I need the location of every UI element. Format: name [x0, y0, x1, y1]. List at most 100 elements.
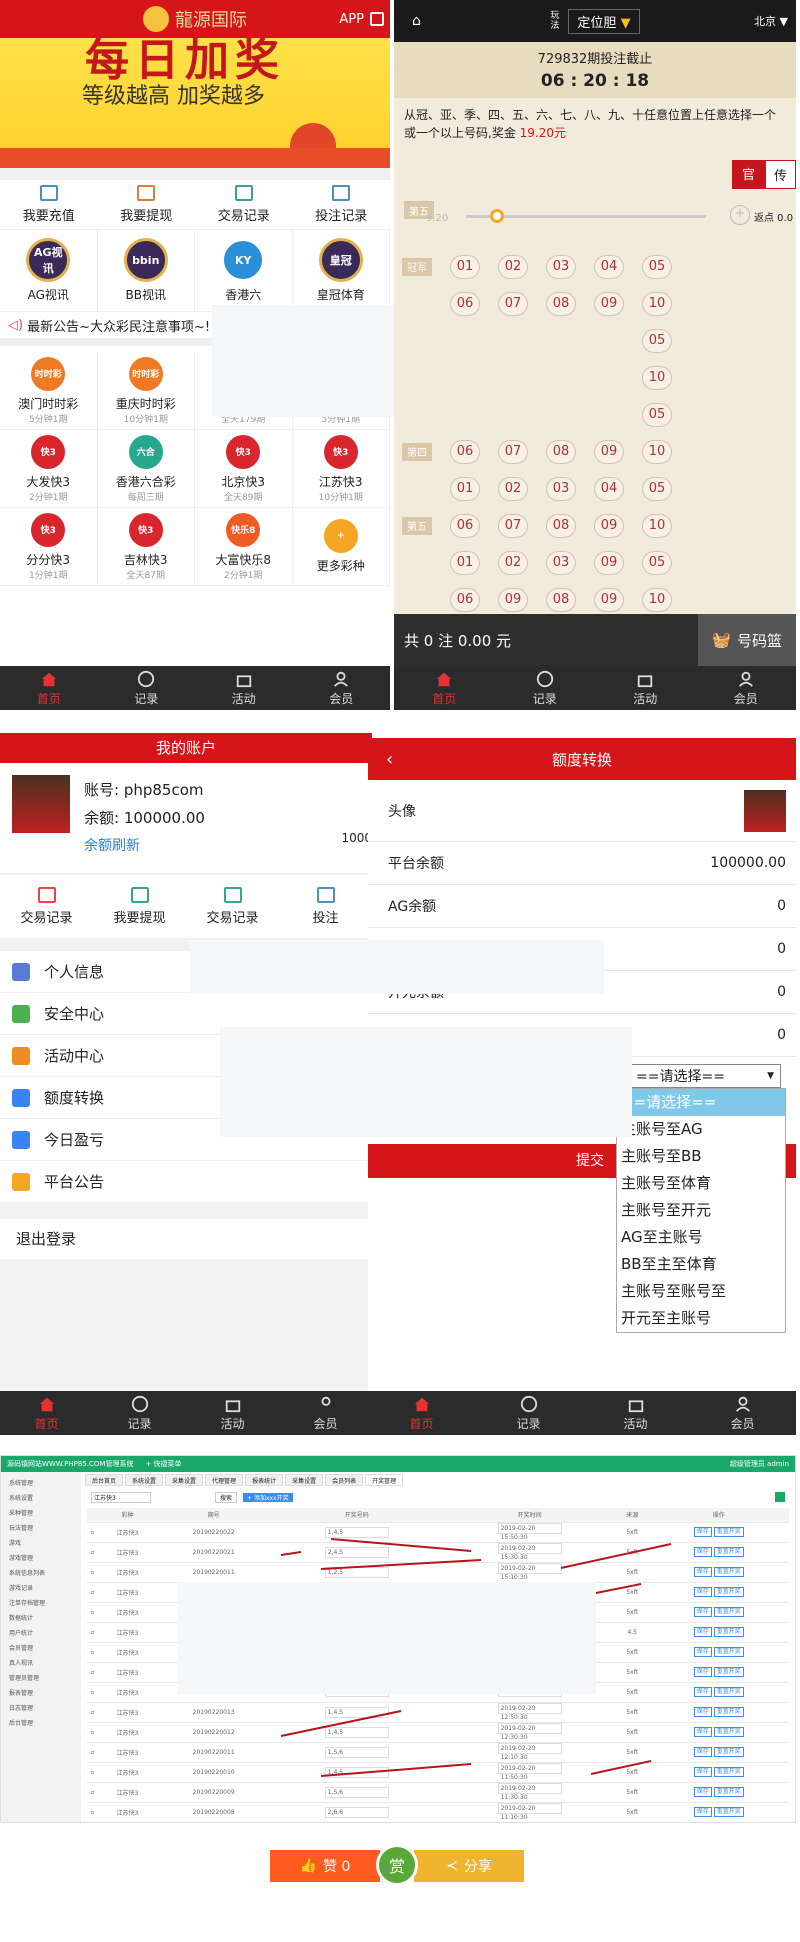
transfer-option[interactable]: 开元至主账号 — [617, 1305, 785, 1332]
live-item[interactable]: KY 香港六 — [195, 230, 293, 312]
draw-input[interactable]: 2019-02-20 11:10:30 — [497, 1803, 562, 1821]
number-ball[interactable]: 01 — [450, 254, 480, 279]
tab-member[interactable]: 会员 — [696, 666, 797, 710]
admin-nav-item[interactable]: 管理员管理 — [1, 1671, 81, 1686]
tab-activity[interactable]: 活动 — [595, 666, 696, 710]
number-ball[interactable]: 01 — [450, 550, 480, 575]
reset-draw-button[interactable]: 重置开奖 — [713, 1647, 744, 1657]
basket-button[interactable]: 🧺 号码篮 — [698, 614, 796, 666]
save-button[interactable]: 保存 — [693, 1667, 712, 1677]
live-item[interactable]: 皇冠 皇冠体育 — [292, 230, 390, 312]
reset-draw-button[interactable]: 重置开奖 — [713, 1567, 744, 1577]
quick-withdraw[interactable]: 我要提现 — [98, 180, 196, 229]
draw-input[interactable]: 1,5,6 — [324, 1786, 389, 1798]
transfer-option[interactable]: BB至主至体育 — [617, 1251, 785, 1278]
reset-draw-button[interactable]: 重置开奖 — [713, 1547, 744, 1557]
number-ball[interactable]: 09 — [594, 513, 624, 538]
row-checkbox[interactable]: ▫ — [87, 1562, 98, 1583]
row-checkbox[interactable]: ▫ — [87, 1602, 98, 1623]
play-mode-select[interactable]: 定位胆 ▼ — [568, 8, 640, 34]
number-ball[interactable]: 10 — [642, 365, 672, 390]
reset-draw-button[interactable]: 重置开奖 — [713, 1707, 744, 1717]
admin-nav-item[interactable]: 系统管理 — [1, 1476, 81, 1491]
reset-draw-button[interactable]: 重置开奖 — [713, 1687, 744, 1697]
number-ball[interactable]: 09 — [498, 587, 528, 612]
number-ball[interactable]: 08 — [546, 587, 576, 612]
lottery-item[interactable]: 快乐8 大富快乐8 2分钟1期 — [195, 508, 293, 586]
admin-tab[interactable]: 代理管理 — [205, 1474, 244, 1486]
search-button[interactable]: 搜索 — [215, 1491, 238, 1503]
admin-nav-item[interactable]: 用户统计 — [1, 1626, 81, 1641]
lottery-item[interactable]: 快3 北京快3 全天89期 — [195, 430, 293, 508]
number-ball[interactable]: 10 — [642, 439, 672, 464]
save-button[interactable]: 保存 — [693, 1807, 712, 1817]
mode-traditional[interactable]: 传 — [764, 160, 796, 189]
lottery-item[interactable]: 快3 分分快3 1分钟1期 — [0, 508, 98, 586]
slider-thumb[interactable] — [490, 209, 504, 223]
quick-transactions[interactable]: 交易记录 — [195, 180, 293, 229]
number-ball[interactable]: 05 — [642, 476, 672, 501]
lottery-item[interactable]: 时时彩 重庆时时彩 10分钟1期 — [97, 352, 195, 430]
save-button[interactable]: 保存 — [693, 1767, 712, 1777]
transfer-select[interactable]: ==请选择== ▼ — [631, 1064, 781, 1088]
row-checkbox[interactable]: ▫ — [87, 1622, 98, 1643]
number-ball[interactable]: 07 — [498, 291, 528, 316]
admin-user[interactable]: 超级管理员 admin — [730, 1459, 789, 1469]
draw-input[interactable]: 2019-02-20 15:10:30 — [497, 1563, 562, 1581]
admin-tab[interactable]: 系统设置 — [125, 1474, 164, 1486]
save-button[interactable]: 保存 — [693, 1527, 712, 1537]
quick-menu[interactable]: + 快捷菜单 — [145, 1459, 181, 1469]
lottery-item[interactable]: 快3 吉林快3 全天87期 — [97, 508, 195, 586]
row-checkbox[interactable]: ▫ — [87, 1702, 98, 1723]
quick-transactions[interactable]: 交易记录 — [0, 875, 93, 938]
admin-nav-item[interactable]: 系统设置 — [1, 1491, 81, 1506]
share-button[interactable]: ≺ 分享 — [414, 1850, 524, 1882]
save-button[interactable]: 保存 — [693, 1787, 712, 1797]
admin-nav-item[interactable]: 玩法管理 — [1, 1521, 81, 1536]
admin-tab[interactable]: 会员列表 — [325, 1474, 364, 1486]
tab-home[interactable]: 首页 — [0, 666, 98, 710]
number-ball[interactable]: 02 — [498, 550, 528, 575]
save-button[interactable]: 保存 — [693, 1687, 712, 1697]
tab-home[interactable]: 首页 — [368, 1391, 475, 1435]
number-ball[interactable]: 08 — [546, 439, 576, 464]
logout-button[interactable]: 退出登录 — [0, 1219, 372, 1259]
admin-nav-item[interactable]: 游戏 — [1, 1536, 81, 1551]
reset-draw-button[interactable]: 重置开奖 — [713, 1627, 744, 1637]
rebate-slider[interactable]: 第五 9.20 + 返点 0.0 — [404, 201, 794, 229]
region-select[interactable]: 北京 ▼ — [754, 13, 788, 29]
admin-nav-item[interactable]: 游戏管理 — [1, 1551, 81, 1566]
save-button[interactable]: 保存 — [693, 1607, 712, 1617]
tab-record[interactable]: 记录 — [93, 1391, 186, 1435]
tab-member[interactable]: 会员 — [293, 666, 391, 710]
row-checkbox[interactable]: ▫ — [87, 1662, 98, 1683]
tab-activity[interactable]: 活动 — [195, 666, 293, 710]
row-checkbox[interactable]: ▫ — [87, 1722, 98, 1743]
quick-bets[interactable]: 投注记录 — [293, 180, 391, 229]
number-ball[interactable]: 02 — [498, 476, 528, 501]
row-checkbox[interactable]: ▫ — [87, 1522, 98, 1543]
number-ball[interactable]: 05 — [642, 328, 672, 353]
save-button[interactable]: 保存 — [693, 1747, 712, 1757]
draw-input[interactable]: 2,4,5 — [324, 1546, 389, 1558]
number-ball[interactable]: 06 — [450, 513, 480, 538]
number-ball[interactable]: 09 — [594, 550, 624, 575]
row-checkbox[interactable]: ▫ — [87, 1762, 98, 1783]
save-button[interactable]: 保存 — [693, 1627, 712, 1637]
number-ball[interactable]: 08 — [546, 291, 576, 316]
quick-bets[interactable]: 投注 — [279, 875, 372, 938]
number-ball[interactable]: 01 — [450, 476, 480, 501]
quick-withdraw[interactable]: 我要提现 — [93, 875, 186, 938]
lottery-filter-select[interactable]: 江苏快3 — [91, 1491, 151, 1503]
tab-activity[interactable]: 活动 — [186, 1391, 279, 1435]
row-checkbox[interactable]: ▫ — [87, 1682, 98, 1703]
draw-input[interactable]: 1,4,5 — [324, 1526, 389, 1538]
number-ball[interactable]: 05 — [642, 402, 672, 427]
tab-record[interactable]: 记录 — [495, 666, 596, 710]
admin-tab[interactable]: 开奖管理 — [365, 1474, 404, 1486]
admin-nav-item[interactable]: 日志管理 — [1, 1701, 81, 1716]
transfer-option[interactable]: 主账号至体育 — [617, 1170, 785, 1197]
draw-input[interactable]: 1,4,5 — [324, 1766, 389, 1778]
number-ball[interactable]: 02 — [498, 254, 528, 279]
app-download-link[interactable]: APP — [339, 12, 364, 27]
